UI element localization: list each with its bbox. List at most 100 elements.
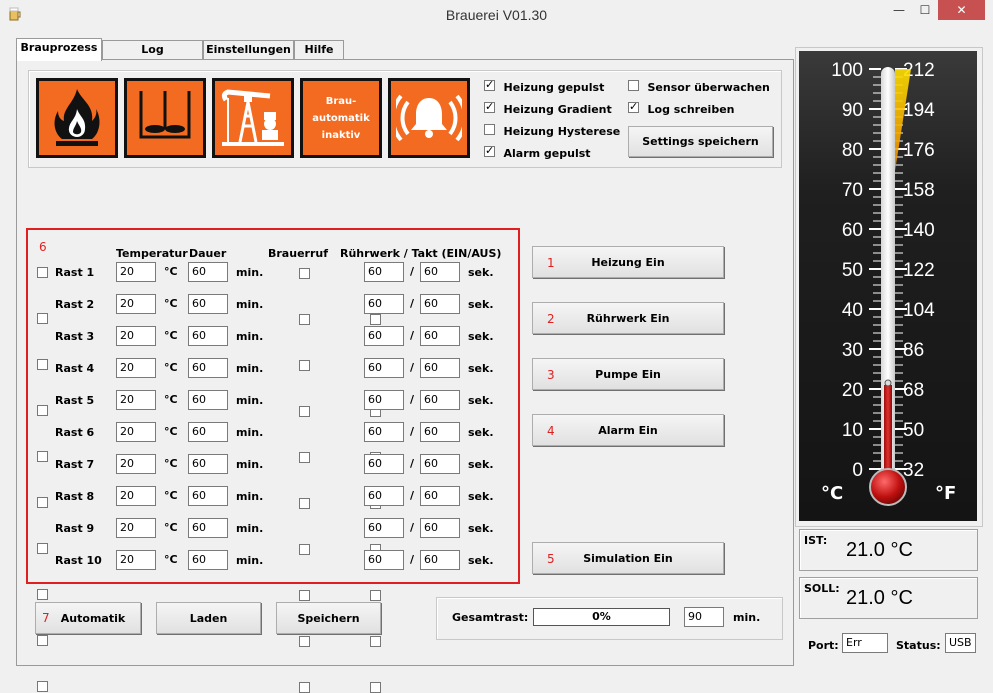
close-button[interactable]: ✕ xyxy=(938,0,985,20)
rast-brauerruf-checkbox[interactable] xyxy=(298,360,310,371)
rast-active-checkbox[interactable] xyxy=(37,359,48,370)
heizung-gepulst-checkbox[interactable] xyxy=(484,78,495,91)
speichern-button[interactable]: Speichern xyxy=(276,602,381,634)
rast-temperature-input[interactable]: 20 xyxy=(116,390,156,410)
settings-save-button[interactable]: Settings speichern xyxy=(628,126,773,157)
rast-duration-input[interactable]: 60 xyxy=(188,294,228,314)
rast-stir-off-input[interactable]: 60 xyxy=(420,358,460,378)
rast-brauerruf-checkbox[interactable] xyxy=(298,498,310,509)
rast-brauerruf-checkbox[interactable] xyxy=(298,452,310,463)
maximize-button[interactable]: ☐ xyxy=(912,0,938,20)
control-button-4[interactable]: 4 Alarm Ein xyxy=(532,414,724,446)
rast-temperature-input[interactable]: 20 xyxy=(116,294,156,314)
rast-temperature-input[interactable]: 20 xyxy=(116,454,156,474)
ist-label: IST: xyxy=(804,534,828,547)
log-schreiben-checkbox[interactable] xyxy=(628,100,639,113)
minimize-button[interactable]: — xyxy=(886,0,912,20)
option-log-schreiben[interactable]: Log schreiben xyxy=(628,100,735,116)
rast-active-checkbox[interactable] xyxy=(37,267,48,278)
rast-active-checkbox[interactable] xyxy=(37,543,48,554)
option-heizung-gradient[interactable]: Heizung Gradient xyxy=(484,100,612,116)
rast-stir-on-input[interactable]: 60 xyxy=(364,294,404,314)
rast-temperature-input[interactable]: 20 xyxy=(116,518,156,538)
rast-brauerruf-checkbox[interactable] xyxy=(298,406,310,417)
rast-brauerruf-checkbox[interactable] xyxy=(298,590,310,601)
rast-stir-off-input[interactable]: 60 xyxy=(420,454,460,474)
rast-min-unit: min. xyxy=(236,362,264,375)
rast-ruehrwerk-checkbox[interactable] xyxy=(370,682,381,693)
rast-stir-off-input[interactable]: 60 xyxy=(420,326,460,346)
rast-active-checkbox[interactable] xyxy=(37,451,48,462)
rast-duration-input[interactable]: 60 xyxy=(188,454,228,474)
rast-brauerruf-checkbox[interactable] xyxy=(298,268,310,279)
control-button-2[interactable]: 2 Rührwerk Ein xyxy=(532,302,724,334)
rast-stir-on-input[interactable]: 60 xyxy=(364,390,404,410)
laden-button[interactable]: Laden xyxy=(156,602,261,634)
heizung-gradient-checkbox[interactable] xyxy=(484,100,495,113)
rast-active-checkbox[interactable] xyxy=(37,589,48,600)
tab-log-auswertung[interactable]: Log Auswertung xyxy=(102,40,203,74)
tab-hilfe[interactable]: Hilfe xyxy=(294,40,344,60)
rast-active-checkbox[interactable] xyxy=(37,635,48,646)
rast-active-checkbox[interactable] xyxy=(37,405,48,416)
rast-duration-input[interactable]: 60 xyxy=(188,358,228,378)
option-heizung-gepulst[interactable]: Heizung gepulst xyxy=(484,78,604,94)
rast-duration-input[interactable]: 60 xyxy=(188,422,228,442)
rast-brauerruf-checkbox[interactable] xyxy=(298,682,310,693)
rast-active-checkbox[interactable] xyxy=(37,313,48,324)
option-heizung-hysterese[interactable]: Heizung Hysterese xyxy=(484,124,620,138)
rast-stir-off-input[interactable]: 60 xyxy=(420,486,460,506)
control-button-5[interactable]: 5 Simulation Ein xyxy=(532,542,724,574)
rast-temperature-input[interactable]: 20 xyxy=(116,358,156,378)
rast-duration-input[interactable]: 60 xyxy=(188,262,228,282)
rast-stir-on-input[interactable]: 60 xyxy=(364,486,404,506)
rast-brauerruf-checkbox[interactable] xyxy=(298,314,310,325)
rast-ruehrwerk-checkbox[interactable] xyxy=(370,636,381,647)
heizung-hysterese-checkbox[interactable] xyxy=(484,124,495,135)
rast-brauerruf-checkbox[interactable] xyxy=(298,636,310,647)
rast-stir-on-input[interactable]: 60 xyxy=(364,358,404,378)
gesamtrast-input[interactable]: 90 xyxy=(684,607,724,627)
rast-temperature-input[interactable]: 20 xyxy=(116,486,156,506)
automatik-button[interactable]: 7 Automatik xyxy=(35,602,141,634)
rast-takt-slash: / xyxy=(410,393,415,406)
rast-stir-off-input[interactable]: 60 xyxy=(420,294,460,314)
header-dauer: Dauer xyxy=(189,247,227,260)
rast-temperature-input[interactable]: 20 xyxy=(116,422,156,442)
rast-stir-on-input[interactable]: 60 xyxy=(364,550,404,570)
rast-active-checkbox[interactable] xyxy=(37,497,48,508)
rast-stir-off-input[interactable]: 60 xyxy=(420,518,460,538)
sensor-ueberwachen-checkbox[interactable] xyxy=(628,80,639,91)
soll-label: SOLL: xyxy=(804,582,840,595)
rast-duration-input[interactable]: 60 xyxy=(188,326,228,346)
rast-stir-off-input[interactable]: 60 xyxy=(420,422,460,442)
rast-duration-input[interactable]: 60 xyxy=(188,550,228,570)
rast-stir-off-input[interactable]: 60 xyxy=(420,390,460,410)
rast-duration-input[interactable]: 60 xyxy=(188,518,228,538)
status-field: USB xyxy=(945,633,976,653)
rast-stir-on-input[interactable]: 60 xyxy=(364,454,404,474)
rast-stir-off-input[interactable]: 60 xyxy=(420,262,460,282)
rast-active-checkbox[interactable] xyxy=(37,681,48,692)
option-sensor-ueberwachen[interactable]: Sensor überwachen xyxy=(628,80,770,94)
alarm-gepulst-checkbox[interactable] xyxy=(484,144,495,157)
option-alarm-gepulst[interactable]: Alarm gepulst xyxy=(484,144,591,160)
rast-ruehrwerk-checkbox[interactable] xyxy=(370,590,381,601)
rast-temperature-input[interactable]: 20 xyxy=(116,262,156,282)
rast-temperature-input[interactable]: 20 xyxy=(116,550,156,570)
rast-brauerruf-checkbox[interactable] xyxy=(298,544,310,555)
rast-stir-on-input[interactable]: 60 xyxy=(364,262,404,282)
tab-einstellungen[interactable]: Einstellungen xyxy=(203,40,294,60)
rast-duration-input[interactable]: 60 xyxy=(188,390,228,410)
rast-stir-on-input[interactable]: 60 xyxy=(364,518,404,538)
rast-ruehrwerk-checkbox[interactable] xyxy=(370,314,381,325)
rast-duration-input[interactable]: 60 xyxy=(188,486,228,506)
rast-stir-on-input[interactable]: 60 xyxy=(364,326,404,346)
control-button-1[interactable]: 1 Heizung Ein xyxy=(532,246,724,278)
heizung-gradient-label: Heizung Gradient xyxy=(503,103,612,116)
rast-stir-off-input[interactable]: 60 xyxy=(420,550,460,570)
tab-brauprozess[interactable]: Brauprozess xyxy=(16,38,102,61)
rast-stir-on-input[interactable]: 60 xyxy=(364,422,404,442)
control-button-3[interactable]: 3 Pumpe Ein xyxy=(532,358,724,390)
rast-temperature-input[interactable]: 20 xyxy=(116,326,156,346)
